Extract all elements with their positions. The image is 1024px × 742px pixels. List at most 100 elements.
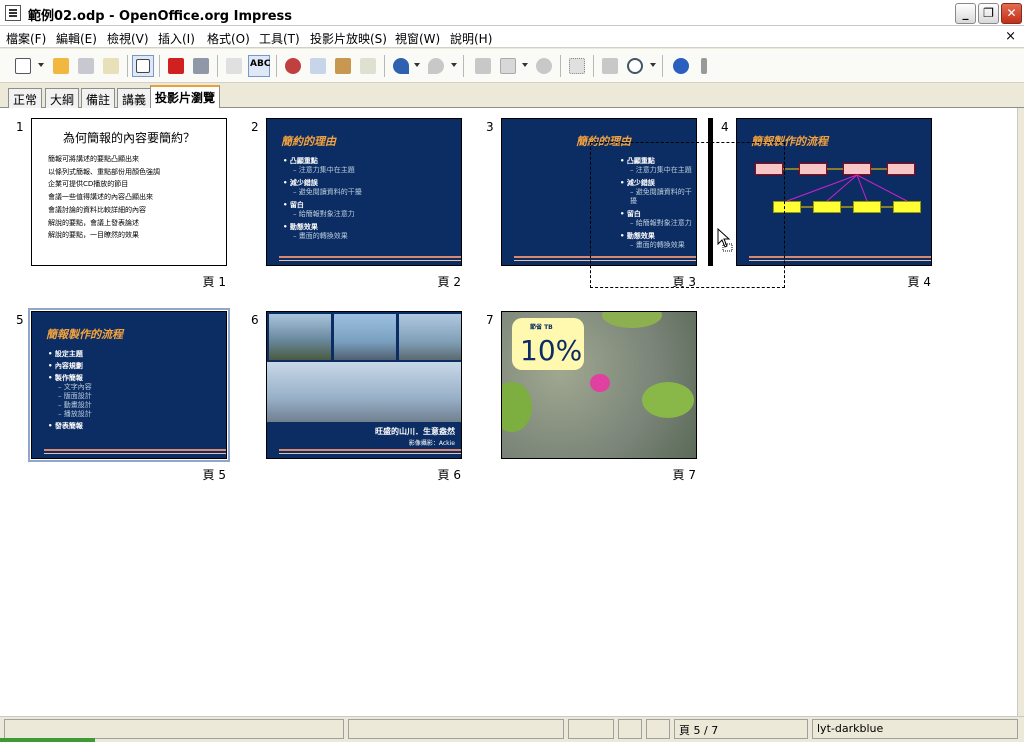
sticky-note: 節省 TB 10% [512,318,584,370]
vertical-scrollbar[interactable] [1017,108,1024,716]
sub-bullet: – 給簡報對象注意力 [293,210,355,218]
tab-outline[interactable]: 大綱 [45,88,80,108]
lily-pad [502,382,532,432]
tab-handout[interactable]: 講義 [117,88,152,108]
tab-slide-sorter[interactable]: 投影片瀏覽 [150,85,221,109]
toolbar-overflow-icon[interactable] [698,55,710,77]
drag-cursor-icon [717,228,733,252]
sub-bullet: – 播放設計 [58,410,92,418]
print-icon[interactable] [190,55,212,77]
slide-thumbnail-6[interactable]: 旺盛的山川．生意盎然 影像攝影：Ackie [266,311,462,459]
standard-toolbar: ABC [0,49,1024,83]
document-icon [5,5,21,21]
menu-edit[interactable]: 編輯(E) [56,30,97,47]
photo-thumbnail [269,314,331,360]
copy-icon[interactable] [307,55,329,77]
maximize-button[interactable]: ❐ [978,3,999,24]
toolbar-separator [593,55,594,77]
sticky-small-text: 節省 TB [530,324,553,331]
slide-thumbnail-2[interactable]: 簡約的理由 • 凸顯重點 – 注意力集中在主題 • 減少錯誤 – 避免閱讀資料的… [266,118,462,266]
page-label: 頁 4 [907,275,931,289]
zoom-dropdown-icon[interactable] [650,63,656,67]
slide-stripe [279,449,461,451]
autospell-icon[interactable]: ABC [248,55,270,77]
slide-title: 簡報製作的流程 [46,328,123,341]
undo-icon[interactable] [390,55,412,77]
new-icon[interactable] [12,55,34,77]
menu-format[interactable]: 格式(O) [207,30,250,47]
bullet: • 減少錯誤 [283,179,318,187]
toolbar-separator [127,55,128,77]
help-icon[interactable] [670,55,692,77]
menu-file[interactable]: 檔案(F) [6,30,46,47]
table-dropdown-icon[interactable] [522,63,528,67]
menu-help[interactable]: 說明(H) [450,30,492,47]
slide-caption: 旺盛的山川．生意盎然 [375,427,455,436]
lotus-flower [590,374,610,392]
globe-icon[interactable] [533,55,555,77]
status-layout: lyt-darkblue [812,719,1018,739]
paste-icon[interactable] [332,55,354,77]
autospell-label: ABC [250,59,271,69]
slide-line: 解說的要點，會議上發表論述 [48,218,139,227]
title-bar: 範例02.odp - OpenOffice.org Impress _ ❐ ✕ [0,0,1024,26]
menu-view[interactable]: 檢視(V) [107,30,149,47]
status-cell [568,719,614,739]
undo-dropdown-icon[interactable] [414,63,420,67]
status-bar: 頁 5 / 7 lyt-darkblue [0,716,1024,742]
slide-line: 會議討論的資料比較詳細的內容 [48,205,146,214]
pdf-icon[interactable] [165,55,187,77]
chart-icon[interactable] [472,55,494,77]
clone-format-icon[interactable] [357,55,379,77]
redo-icon[interactable] [425,55,447,77]
lily-pad [642,382,694,418]
edit-file-icon[interactable] [132,55,154,77]
status-cell [4,719,344,739]
bullet: • 留白 [283,201,304,209]
slide-thumbnail-5[interactable]: 簡報製作的流程 • 設定主題 • 內容規劃 • 製作簡報 – 文字內容 – 版面… [28,308,230,462]
toolbar-separator [560,55,561,77]
table-icon[interactable] [497,55,519,77]
drag-preview-rectangle [590,142,785,288]
menu-slideshow[interactable]: 投影片放映(S) [310,30,387,47]
slide-number: 1 [16,120,24,134]
new-dropdown-icon[interactable] [38,63,44,67]
slide-line: 會議一些值得講述的內容凸顯出來 [48,193,153,202]
slide-line: 企業可提供CD播放的節目 [48,180,129,189]
impress-window: 範例02.odp - OpenOffice.org Impress _ ❐ ✕ … [0,0,1024,742]
email-icon[interactable] [100,55,122,77]
slide-number: 3 [486,120,494,134]
zoom-icon[interactable] [624,55,646,77]
toolbar-separator [384,55,385,77]
draw-icon[interactable] [599,55,621,77]
minimize-button[interactable]: _ [955,3,976,24]
open-icon[interactable] [50,55,72,77]
slide-bullets: • 設定主題 • 內容規劃 • 製作簡報 – 文字內容 – 版面設計 – 動畫設… [48,350,92,431]
grid-icon[interactable] [566,55,588,77]
slide-bullets: • 凸顯重點 – 注意力集中在主題 • 減少錯誤 – 避免閱讀資料的干擾 • 留… [283,157,362,241]
slide-sorter-pane: 1 為何簡報的內容要簡約？ 簡報可將講述的要點凸顯出來 以條列式簡報、重點部份用… [0,108,1017,716]
close-button[interactable]: ✕ [1001,3,1022,24]
slide-line: 簡報可將講述的要點凸顯出來 [48,155,139,163]
tab-normal[interactable]: 正常 [8,88,43,108]
sub-bullet: – 動畫設計 [58,401,92,409]
slide-thumbnail-7[interactable]: 節省 TB 10% [501,311,697,459]
bullet: • 凸顯重點 [283,157,318,165]
menu-tools[interactable]: 工具(T) [259,30,300,47]
menu-window[interactable]: 視窗(W) [395,30,440,47]
slide-thumbnail-1[interactable]: 為何簡報的內容要簡約？ 簡報可將講述的要點凸顯出來 以條列式簡報、重點部份用顏色… [31,118,227,266]
document-close-button[interactable]: × [1005,29,1016,44]
tab-notes[interactable]: 備註 [81,88,116,108]
toolbar-separator [276,55,277,77]
save-icon[interactable] [75,55,97,77]
photo-thumbnail [267,362,461,422]
slide-number: 2 [251,120,259,134]
redo-dropdown-icon[interactable] [451,63,457,67]
page-label: 頁 5 [202,468,226,482]
cut-icon[interactable] [282,55,304,77]
menu-insert[interactable]: 插入(I) [158,30,195,47]
sub-bullet: – 注意力集中在主題 [293,166,355,174]
bullet: • 內容規劃 [48,362,83,370]
spellcheck-icon[interactable] [223,55,245,77]
slide-stripe [279,256,461,258]
